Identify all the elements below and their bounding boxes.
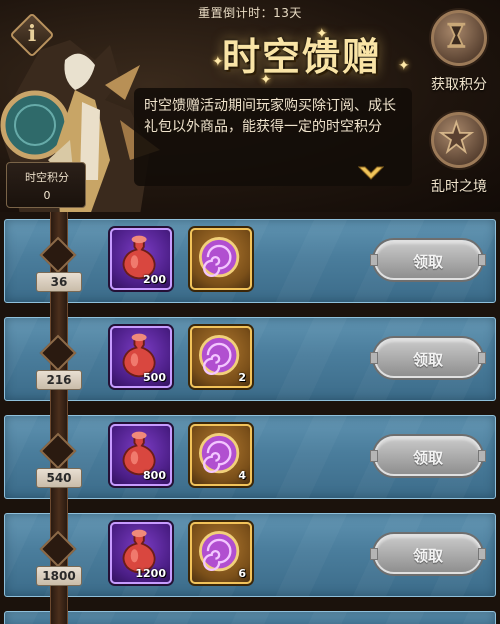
item-quantity: 6 — [238, 567, 246, 580]
potion-reward-item[interactable]: 500 — [110, 326, 172, 388]
threshold-value: 36 — [36, 272, 82, 292]
threshold-value: 540 — [36, 468, 82, 488]
node-diamond — [39, 236, 77, 274]
event-description: 时空馈赠活动期间玩家购买除订阅、成长礼包以外商品，能获得一定的时空积分 — [144, 98, 396, 135]
points-panel: 时空积分 0 — [6, 162, 86, 208]
vortex-reward-item[interactable]: 6 — [190, 522, 252, 584]
claim-button[interactable]: 领取 — [370, 534, 486, 574]
threshold-value: 216 — [36, 370, 82, 390]
potion-reward-item[interactable]: 200 — [110, 228, 172, 290]
potion-reward-item[interactable]: 1200 — [110, 522, 172, 584]
node-diamond — [39, 334, 77, 372]
star-emblem-icon — [431, 112, 487, 168]
reward-list[interactable]: 36 200 领取 216 500 2 领取 540 800 4 领取 1800… — [0, 212, 500, 624]
vortex-icon — [199, 237, 240, 278]
get-points-label: 获取积分 — [431, 77, 487, 93]
hourglass-icon — [431, 10, 487, 66]
reward-row — [4, 611, 496, 624]
claim-label: 领取 — [412, 547, 443, 565]
event-header: 重置倒计时：13天 i 时空馈赠 ✦ ✦ ✦ ✦ 时空馈赠活动期间玩家购买除订阅… — [0, 0, 500, 215]
node-diamond — [39, 432, 77, 470]
claim-label: 领取 — [412, 449, 443, 467]
points-label: 时空积分 — [25, 171, 69, 184]
threshold-value: 1800 — [36, 566, 82, 586]
item-quantity: 800 — [143, 469, 166, 482]
item-quantity: 2 — [238, 371, 246, 384]
expand-chevron-icon[interactable] — [358, 165, 384, 181]
chaos-realm-label: 乱时之境 — [431, 179, 487, 195]
item-quantity: 1200 — [135, 567, 166, 580]
threshold-node: 1800 — [36, 530, 82, 596]
vortex-reward-item[interactable]: 2 — [190, 326, 252, 388]
threshold-node: 36 — [36, 236, 82, 302]
potion-reward-item[interactable]: 800 — [110, 424, 172, 486]
claim-label: 领取 — [412, 253, 443, 271]
claim-button[interactable]: 领取 — [370, 240, 486, 280]
sparkle-icon: ✦ — [316, 26, 328, 42]
sparkle-icon: ✦ — [398, 58, 410, 74]
event-title: 时空馈赠 — [222, 35, 383, 79]
claim-button[interactable]: 领取 — [370, 436, 486, 476]
sparkle-icon: ✦ — [212, 54, 224, 70]
vortex-reward-item[interactable] — [190, 228, 252, 290]
claim-button[interactable]: 领取 — [370, 338, 486, 378]
item-quantity: 500 — [143, 371, 166, 384]
get-points-button[interactable]: 获取积分 — [424, 10, 494, 94]
threshold-node: 216 — [36, 334, 82, 400]
threshold-node: 540 — [36, 432, 82, 498]
chaos-realm-button[interactable]: 乱时之境 — [424, 112, 494, 196]
item-quantity: 200 — [143, 273, 166, 286]
node-diamond — [39, 530, 77, 568]
claim-label: 领取 — [412, 351, 443, 369]
vortex-reward-item[interactable]: 4 — [190, 424, 252, 486]
sparkle-icon: ✦ — [260, 72, 272, 88]
points-value: 0 — [43, 189, 51, 202]
item-quantity: 4 — [238, 469, 246, 482]
